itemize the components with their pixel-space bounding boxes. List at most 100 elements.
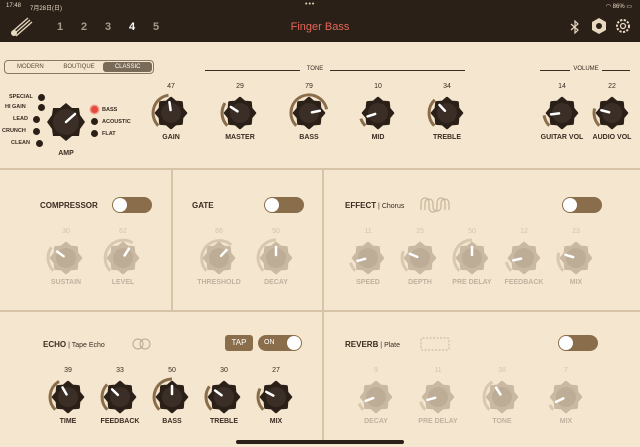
- amp-type-clean[interactable]: CLEAN: [11, 140, 30, 146]
- amp-gain-knob[interactable]: [151, 93, 191, 133]
- amp-mid-label: MID: [371, 134, 385, 141]
- amp-type-label: AMP: [58, 150, 74, 157]
- channel-led-bass: [91, 106, 98, 113]
- tab-preset-1[interactable]: 1: [53, 21, 67, 33]
- reverb-pre-delay-value: 11: [434, 367, 442, 374]
- echo-treble-value: 30: [220, 367, 228, 374]
- gear-icon[interactable]: [614, 17, 632, 35]
- effect-feedback-knob[interactable]: [504, 238, 544, 278]
- amp-mid-knob[interactable]: [358, 93, 398, 133]
- echo-treble-label: TREBLE: [210, 418, 238, 425]
- gate-toggle[interactable]: [264, 197, 304, 213]
- compressor-toggle-thumb: [113, 198, 127, 212]
- echo-feedback-knob[interactable]: [100, 377, 140, 417]
- tuner-icon[interactable]: [590, 17, 608, 35]
- effect-mix-knob[interactable]: [556, 238, 596, 278]
- channel-acoustic[interactable]: ACOUSTIC: [102, 119, 131, 125]
- gate-threshold-knob[interactable]: [199, 238, 239, 278]
- compressor-level-knob[interactable]: [103, 238, 143, 278]
- wifi-icon: ◠: [605, 4, 611, 10]
- tab-preset-3[interactable]: 3: [101, 21, 115, 33]
- reverb-tone-knob[interactable]: [482, 377, 522, 417]
- gate-threshold-value: 66: [215, 228, 223, 235]
- reverb-decay-knob[interactable]: [356, 377, 396, 417]
- amp-type-lead[interactable]: LEAD: [13, 116, 28, 122]
- amp-master-knob[interactable]: [220, 93, 260, 133]
- gate-toggle-thumb: [265, 198, 279, 212]
- divider-amp: [0, 168, 640, 170]
- amp-bass-value: 79: [305, 83, 313, 90]
- amp-type-led-clean: [36, 140, 43, 147]
- effect-feedback-value: 12: [520, 228, 528, 235]
- volume-group-label: VOLUME: [570, 66, 602, 72]
- effect-feedback-label: FEEDBACK: [504, 279, 544, 286]
- echo-type[interactable]: Tape Echo: [72, 342, 105, 349]
- tab-preset-2[interactable]: 2: [77, 21, 91, 33]
- channel-bass[interactable]: BASS: [102, 107, 117, 113]
- echo-title-label: ECHO: [43, 340, 67, 349]
- amp-mid-value: 10: [374, 83, 382, 90]
- reverb-decay-label: DECAY: [364, 418, 388, 425]
- echo-treble-knob[interactable]: [204, 377, 244, 417]
- amp-audio-vol-knob[interactable]: [592, 93, 632, 133]
- guitar-logo-icon[interactable]: [10, 17, 34, 37]
- mode-boutique[interactable]: BOUTIQUE: [55, 62, 104, 72]
- tab-preset-5[interactable]: 5: [149, 21, 163, 33]
- amp-type-hi-gain[interactable]: HI GAIN: [5, 104, 26, 110]
- effect-title: EFFECT | Chorus: [345, 201, 404, 210]
- reverb-mix-value: 7: [564, 367, 568, 374]
- effect-toggle-thumb: [563, 198, 577, 212]
- reverb-pre-delay-knob[interactable]: [418, 377, 458, 417]
- effect-pre-delay-label: PRE DELAY: [452, 279, 492, 286]
- mode-classic[interactable]: CLASSIC: [103, 62, 153, 72]
- echo-bass-value: 50: [168, 367, 176, 374]
- effect-pre-delay-value: 50: [468, 228, 476, 235]
- mode-modern[interactable]: MODERN: [6, 62, 55, 72]
- effect-depth-knob[interactable]: [400, 238, 440, 278]
- effect-mix-value: 23: [572, 228, 580, 235]
- channel-led-flat: [91, 130, 98, 137]
- channel-flat[interactable]: FLAT: [102, 131, 116, 137]
- compressor-toggle[interactable]: [112, 197, 152, 213]
- amp-master-value: 29: [236, 83, 244, 90]
- reverb-title: REVERB | Plate: [345, 340, 400, 349]
- tap-tempo-button[interactable]: TAP: [225, 335, 253, 351]
- reverb-toggle[interactable]: [558, 335, 598, 351]
- echo-feedback-value: 33: [116, 367, 124, 374]
- amp-bass-knob[interactable]: [289, 93, 329, 133]
- amp-treble-knob[interactable]: [427, 93, 467, 133]
- gate-decay-value: 50: [272, 228, 280, 235]
- status-bar: 17:48 7月28日(日) ••• ◠ 86% ▭: [0, 0, 640, 12]
- echo-time-knob[interactable]: [48, 377, 88, 417]
- gate-title: GATE: [192, 201, 214, 210]
- amp-type-crunch[interactable]: CRUNCH: [2, 128, 26, 134]
- reverb-type[interactable]: Plate: [384, 342, 400, 349]
- effect-pre-delay-knob[interactable]: [452, 238, 492, 278]
- channel-led-acoustic: [91, 118, 98, 125]
- effect-toggle[interactable]: [562, 197, 602, 213]
- amp-mode-selector[interactable]: MODERN BOUTIQUE CLASSIC: [4, 60, 154, 74]
- echo-toggle[interactable]: ON: [258, 335, 302, 351]
- tab-preset-4[interactable]: 4: [125, 21, 139, 33]
- status-date: 7月28日(日): [30, 6, 63, 12]
- bluetooth-icon[interactable]: [570, 20, 580, 34]
- plate-icon: [420, 337, 450, 351]
- gate-decay-knob[interactable]: [256, 238, 296, 278]
- reverb-mix-knob[interactable]: [546, 377, 586, 417]
- effect-speed-knob[interactable]: [348, 238, 388, 278]
- amp-type-led-crunch: [33, 128, 40, 135]
- amp-audio-vol-label: AUDIO VOL: [592, 134, 632, 141]
- amp-treble-value: 34: [443, 83, 451, 90]
- echo-time-label: TIME: [59, 418, 77, 425]
- divider-fx: [0, 310, 640, 312]
- echo-bass-label: BASS: [162, 418, 182, 425]
- amp-guitar-vol-value: 14: [558, 83, 566, 90]
- echo-bass-knob[interactable]: [152, 377, 192, 417]
- amp-guitar-vol-knob[interactable]: [542, 93, 582, 133]
- amp-type-special[interactable]: SPECIAL: [9, 94, 33, 100]
- top-bar: 1 2 3 4 5 Finger Bass: [0, 12, 640, 42]
- echo-mix-knob[interactable]: [256, 377, 296, 417]
- amp-type-knob[interactable]: [46, 102, 86, 142]
- effect-type[interactable]: Chorus: [382, 203, 405, 210]
- compressor-sustain-knob[interactable]: [46, 238, 86, 278]
